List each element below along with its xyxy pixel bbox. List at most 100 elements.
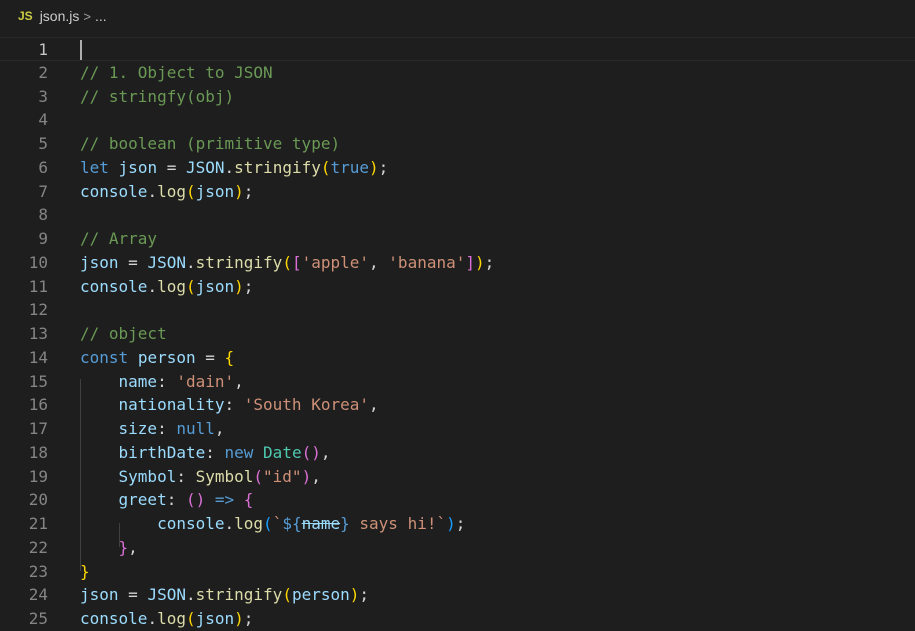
code-token: console bbox=[80, 276, 148, 296]
code-line[interactable]: 16 nationality: 'South Korea', bbox=[0, 393, 915, 417]
line-number: 7 bbox=[38, 181, 48, 201]
code-token: Symbol bbox=[195, 466, 254, 486]
code-token: : bbox=[157, 371, 177, 391]
code-line[interactable]: 17 size: null, bbox=[0, 417, 915, 441]
code-line[interactable]: 21 console.log(`${name} says hi!`); bbox=[0, 512, 915, 536]
code-line[interactable]: 20 greet: () => { bbox=[0, 488, 915, 512]
code-line[interactable]: 9 // Array bbox=[0, 227, 915, 251]
code-text: greet: () => { bbox=[80, 488, 254, 512]
code-token: json bbox=[195, 181, 235, 201]
code-line[interactable]: 4 bbox=[0, 108, 915, 132]
code-token: person bbox=[291, 585, 350, 605]
code-line[interactable]: 12 bbox=[0, 298, 915, 322]
code-text: }, bbox=[80, 536, 138, 560]
code-line[interactable]: 6 let json = JSON.stringify(true); bbox=[0, 156, 915, 180]
code-token: } bbox=[80, 561, 90, 581]
code-token: ( bbox=[253, 466, 264, 486]
code-token: birthDate bbox=[118, 442, 206, 462]
line-number: 17 bbox=[28, 419, 48, 438]
breadcrumb: JS json.js > ... bbox=[0, 0, 915, 32]
chevron-right-icon: > bbox=[83, 8, 91, 24]
code-token: JSON bbox=[147, 252, 186, 272]
code-line[interactable]: 7 console.log(json); bbox=[0, 180, 915, 204]
code-token: ( bbox=[263, 514, 273, 533]
code-line[interactable]: 22 }, bbox=[0, 536, 915, 560]
line-number: 22 bbox=[28, 537, 48, 557]
code-token: ( bbox=[282, 252, 292, 272]
code-token: , bbox=[311, 466, 321, 486]
code-token: => bbox=[214, 490, 235, 510]
code-token: "id" bbox=[263, 466, 302, 486]
code-token: console bbox=[80, 181, 148, 201]
code-text: // Array bbox=[80, 227, 157, 251]
breadcrumb-symbol-ellipsis[interactable]: ... bbox=[95, 8, 107, 24]
code-line[interactable]: 14 const person = { bbox=[0, 346, 915, 370]
code-token: ` bbox=[272, 514, 283, 533]
code-line[interactable]: 25 console.log(json); bbox=[0, 607, 915, 631]
code-token: [ bbox=[291, 252, 302, 272]
code-token: new bbox=[224, 442, 254, 462]
line-number: 11 bbox=[28, 276, 48, 296]
code-token: ; bbox=[484, 252, 495, 272]
line-number: 23 bbox=[28, 561, 48, 581]
line-number: 5 bbox=[38, 134, 48, 153]
code-line[interactable]: 24 json = JSON.stringify(person); bbox=[0, 583, 915, 607]
code-text: // 1. Object to JSON bbox=[80, 61, 273, 85]
code-token: let bbox=[80, 157, 109, 177]
code-token: // 1. Object to JSON bbox=[80, 62, 273, 82]
code-token: log bbox=[234, 514, 264, 533]
code-text: console.log(`${name} says hi!`); bbox=[80, 512, 465, 536]
code-token: : bbox=[166, 490, 186, 510]
code-token: JSON bbox=[147, 585, 186, 605]
line-number: 13 bbox=[28, 324, 48, 343]
code-token: ) bbox=[234, 609, 244, 628]
code-text: Symbol: Symbol("id"), bbox=[80, 465, 321, 489]
code-token: ${ bbox=[282, 514, 302, 533]
code-token: , bbox=[234, 371, 244, 391]
code-token: // boolean (primitive type) bbox=[80, 134, 341, 153]
line-number: 18 bbox=[28, 442, 48, 462]
code-line[interactable]: 19 Symbol: Symbol("id"), bbox=[0, 465, 915, 489]
code-token: : bbox=[157, 419, 177, 438]
code-token: null bbox=[176, 419, 215, 438]
code-token: ( bbox=[185, 609, 196, 628]
code-token: nationality bbox=[118, 395, 225, 415]
code-line[interactable]: 18 birthDate: new Date(), bbox=[0, 441, 915, 465]
code-line[interactable]: 13 // object bbox=[0, 322, 915, 346]
line-number: 12 bbox=[28, 300, 48, 320]
code-line[interactable]: 15 name: 'dain', bbox=[0, 370, 915, 394]
code-token: stringify bbox=[195, 252, 283, 272]
code-token: // stringfy(obj) bbox=[80, 86, 235, 106]
code-token: stringify bbox=[234, 157, 321, 177]
code-line[interactable]: 3 // stringfy(obj) bbox=[0, 85, 915, 109]
code-line[interactable]: 23} bbox=[0, 560, 915, 584]
code-line[interactable]: 1 bbox=[0, 37, 915, 61]
code-token: , bbox=[320, 442, 331, 462]
code-editor[interactable]: 1 2 // 1. Object to JSON 3// stringfy(obj) 4… bbox=[0, 32, 915, 628]
breadcrumb-file-name[interactable]: json.js bbox=[40, 8, 80, 24]
line-number: 8 bbox=[38, 205, 48, 225]
code-line[interactable]: 11 console.log(json); bbox=[0, 275, 915, 299]
code-token: Date bbox=[263, 442, 302, 462]
code-token: . bbox=[185, 585, 196, 605]
line-number: 2 bbox=[38, 62, 48, 82]
code-text: console.log(json); bbox=[80, 180, 253, 204]
code-line[interactable]: 10 json = JSON.stringify(['apple', 'banan… bbox=[0, 251, 915, 275]
code-text: let json = JSON.stringify(true); bbox=[80, 156, 388, 180]
code-token: log bbox=[157, 609, 186, 628]
code-text: } bbox=[80, 560, 90, 584]
code-text: // object bbox=[80, 322, 167, 346]
line-number: 9 bbox=[38, 229, 48, 248]
code-line[interactable]: 2 // 1. Object to JSON bbox=[0, 61, 915, 85]
code-token: ) bbox=[234, 276, 244, 296]
code-line[interactable]: 8 bbox=[0, 203, 915, 227]
code-token: : bbox=[176, 466, 196, 486]
code-line[interactable]: 5 // boolean (primitive type) bbox=[0, 132, 915, 156]
code-token: // Array bbox=[80, 229, 158, 248]
code-token: , bbox=[369, 395, 379, 415]
